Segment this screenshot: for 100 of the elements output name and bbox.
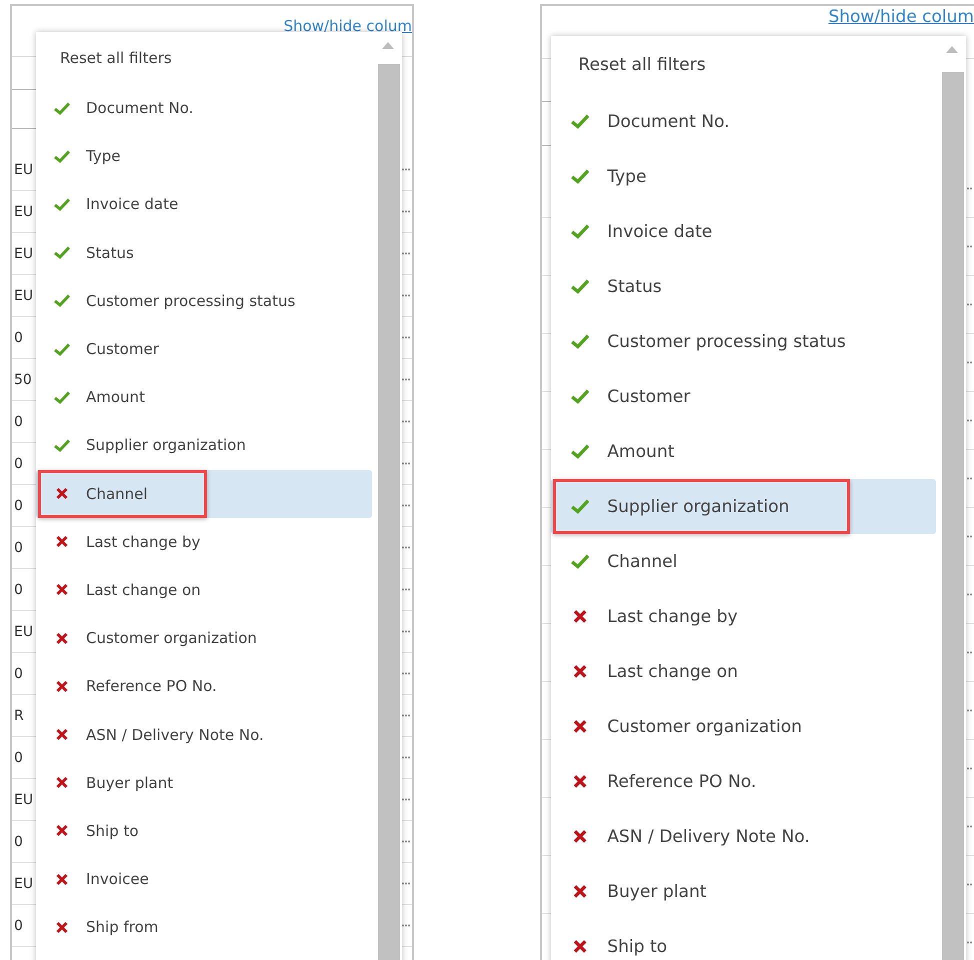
column-label: Reference PO No. — [86, 677, 217, 696]
table-cell-text: EU — [13, 288, 34, 304]
row-dots-icon — [402, 210, 410, 213]
row-dots-icon — [402, 672, 410, 675]
column-label: Status — [86, 244, 134, 262]
table-cell-text: EU — [13, 162, 34, 178]
column-label: Type — [86, 147, 120, 166]
column-menu-item[interactable]: Status — [36, 228, 372, 277]
column-label: Status — [607, 276, 662, 296]
column-label: Ship to — [607, 936, 668, 956]
column-menu-item[interactable]: Type — [36, 132, 372, 180]
table-cell-text: 0 — [13, 330, 23, 346]
column-label: Last change by — [86, 532, 200, 551]
column-menu-item[interactable]: Document No. — [36, 84, 372, 132]
row-dots-icon — [402, 756, 410, 759]
table-cell-text: 0 — [13, 456, 23, 472]
column-menu-item[interactable]: Customer — [36, 324, 372, 374]
column-menu-item[interactable]: Last change on — [36, 566, 372, 614]
column-label: Document No. — [86, 99, 194, 118]
column-label: Last change on — [86, 580, 201, 599]
column-label: ASN / Delivery Note No. — [607, 826, 810, 846]
row-dots-icon — [402, 798, 410, 801]
reset-filters-item[interactable]: Reset all filters — [36, 32, 376, 84]
column-menu-item[interactable]: Channel — [36, 470, 372, 518]
row-dots-icon — [402, 420, 410, 423]
table-cell-text: EU — [13, 876, 34, 892]
column-menu-item[interactable]: Invoice date — [551, 204, 936, 259]
column-menu-item[interactable]: Buyer plant — [551, 864, 936, 919]
column-label: Supplier organization — [86, 436, 246, 454]
column-label: ASN / Delivery Note No. — [86, 726, 264, 744]
scrollbar-thumb[interactable] — [942, 72, 964, 960]
column-menu-item[interactable]: Ship from — [36, 903, 372, 952]
column-label: Customer — [86, 340, 159, 358]
column-menu-item[interactable]: Reference PO No. — [551, 754, 936, 809]
column-menu-item[interactable]: Last change by — [551, 589, 936, 644]
column-menu-item[interactable]: Last change on — [551, 644, 936, 699]
column-menu-item[interactable]: Customer processing status — [36, 276, 372, 325]
column-label: Customer organization — [86, 629, 257, 648]
column-menu-item[interactable]: Ship to — [551, 919, 936, 960]
column-label: Invoice date — [607, 222, 712, 242]
column-label: Buyer plant — [86, 774, 174, 792]
column-menu-item[interactable]: Invoicee — [36, 855, 372, 904]
column-label: Customer processing status — [607, 332, 846, 352]
filter-input-field[interactable] — [12, 89, 37, 129]
column-label: Last change on — [607, 662, 738, 682]
row-dots-icon — [402, 840, 410, 843]
column-label: Invoicee — [86, 870, 149, 888]
table-cell-text: EU — [13, 792, 34, 808]
row-dots-icon — [402, 504, 410, 507]
row-dots-icon — [402, 336, 410, 339]
column-menu-item[interactable]: ASN / Delivery Note No. — [551, 809, 936, 864]
column-menu-item[interactable]: Type — [551, 149, 936, 204]
column-label: Customer organization — [607, 716, 802, 736]
row-dots-icon — [402, 588, 410, 591]
column-menu-item[interactable]: Last change by — [36, 518, 372, 566]
column-menu-item[interactable]: Ship to — [36, 806, 372, 855]
column-label: Type — [607, 166, 646, 186]
column-menu-item[interactable]: Supplier organization — [551, 479, 936, 534]
column-label: Customer — [607, 386, 690, 406]
row-dots-icon — [402, 378, 410, 381]
table-cell-text: 0 — [13, 582, 23, 598]
column-menu-item[interactable]: ASN / Delivery Note No. — [36, 710, 372, 759]
column-menu-item[interactable]: Invoice date — [36, 180, 372, 229]
column-menu-item[interactable]: Document No. — [551, 94, 936, 149]
scroll-up-icon[interactable] — [380, 40, 396, 50]
column-menu-item[interactable]: Customer organization — [36, 614, 372, 662]
column-menu-item[interactable]: Buyer plant — [36, 758, 372, 807]
column-menu-item[interactable]: Customer organization — [551, 699, 936, 754]
scroll-up-icon[interactable] — [944, 44, 960, 54]
row-dots-icon — [402, 462, 410, 465]
table-cell-text: R — [13, 708, 24, 724]
column-menu-item[interactable]: Customer processing status — [551, 314, 936, 369]
table-cell-text: 0 — [13, 918, 23, 934]
column-menu-item[interactable]: Customer — [551, 369, 936, 424]
column-menu-item[interactable]: Channel — [551, 534, 936, 589]
column-menu-item[interactable]: Reference PO No. — [36, 662, 372, 710]
row-dots-icon — [402, 252, 410, 255]
column-label: Last change by — [607, 606, 738, 626]
column-label: Supplier organization — [607, 496, 790, 516]
column-menu-item[interactable]: Amount — [551, 424, 936, 479]
table-cell-text: EU — [13, 204, 34, 220]
column-menu-item[interactable]: Status — [551, 259, 936, 314]
column-label: Document No. — [607, 112, 730, 132]
table-cell-text: 0 — [13, 540, 23, 556]
table-cell-text: EU — [13, 624, 34, 640]
column-label: Ship from — [86, 918, 158, 936]
column-label: Amount — [607, 442, 674, 462]
column-label: Buyer plant — [607, 882, 706, 902]
reset-filters-item[interactable]: Reset all filters — [551, 36, 940, 94]
scrollbar-thumb[interactable] — [378, 64, 400, 960]
row-dots-icon — [402, 630, 410, 633]
table-cell-text: 50 — [13, 372, 32, 388]
column-label: Ship to — [86, 822, 139, 840]
table-cell-text: EU — [13, 246, 34, 262]
column-label: Reference PO No. — [607, 772, 756, 792]
column-label: Invoice date — [86, 195, 178, 214]
row-dots-icon — [402, 168, 410, 171]
column-menu-item[interactable]: Amount — [36, 373, 372, 422]
column-menu-item[interactable]: Supplier organization — [36, 421, 372, 470]
row-dots-icon — [402, 294, 410, 297]
